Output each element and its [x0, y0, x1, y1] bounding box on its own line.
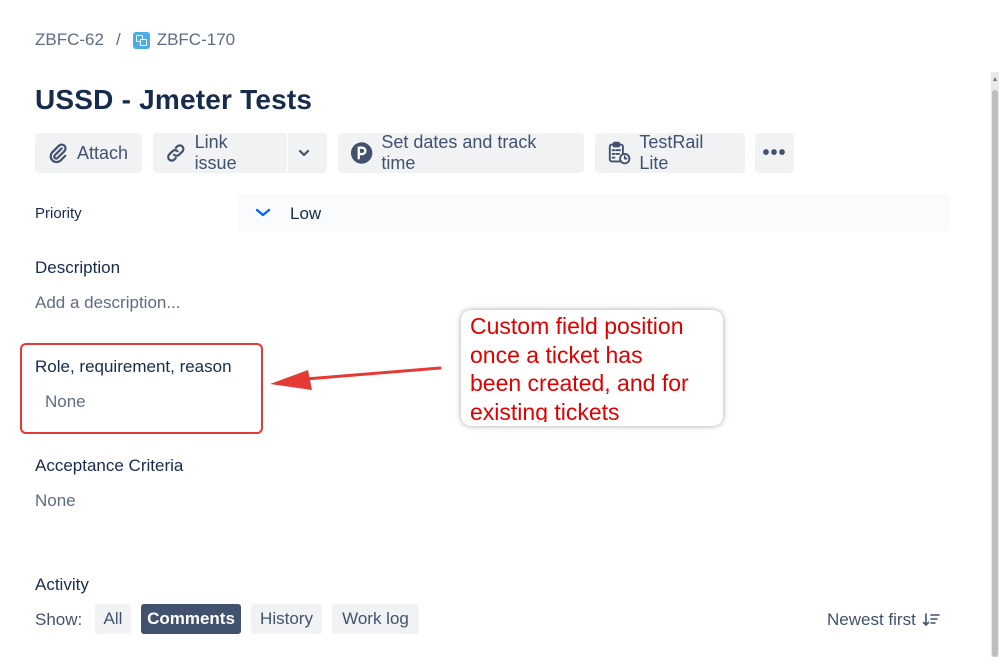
- role-requirement-reason-field[interactable]: None: [45, 392, 86, 412]
- testrail-label: TestRail Lite: [639, 132, 704, 173]
- priority-low-icon: [255, 208, 271, 217]
- chevron-down-icon: [298, 149, 309, 157]
- acceptance-criteria-label: Acceptance Criteria: [35, 456, 184, 475]
- filter-worklog-button[interactable]: Work log: [332, 604, 419, 634]
- role-requirement-reason-label: Role, requirement, reason: [35, 357, 232, 376]
- link-issue-dropdown-button[interactable]: [288, 133, 327, 173]
- more-actions-button[interactable]: •••: [755, 133, 794, 173]
- activity-heading: Activity: [35, 575, 89, 594]
- acceptance-criteria-field[interactable]: None: [35, 491, 76, 511]
- more-icon: •••: [762, 141, 787, 164]
- link-issue-button[interactable]: Link issue: [153, 132, 287, 173]
- breadcrumb-parent-link[interactable]: ZBFC-62: [35, 30, 104, 50]
- set-dates-button[interactable]: Set dates and track time: [338, 132, 584, 173]
- link-icon: [167, 144, 185, 162]
- priority-value: Low: [290, 204, 322, 223]
- description-field[interactable]: Add a description...: [35, 293, 181, 313]
- attach-button[interactable]: Attach: [35, 133, 142, 173]
- sort-order-button[interactable]: Newest first: [827, 610, 940, 630]
- annotation-text: Custom field position once a ticket has …: [470, 313, 689, 422]
- breadcrumb: ZBFC-62 / ZBFC-170: [35, 29, 235, 51]
- filter-comments-button[interactable]: Comments: [141, 604, 241, 634]
- timer-app-icon: [350, 142, 373, 164]
- description-label: Description: [35, 258, 121, 277]
- sort-order-label: Newest first: [827, 610, 916, 629]
- scroll-up-icon[interactable]: ▲: [991, 72, 999, 86]
- paperclip-icon: [49, 143, 67, 164]
- filter-all-button[interactable]: All: [95, 604, 131, 634]
- clipboard-clock-icon: [608, 141, 631, 165]
- page-title[interactable]: USSD - Jmeter Tests: [35, 84, 312, 116]
- breadcrumb-separator: /: [115, 30, 121, 49]
- scrollbar-thumb[interactable]: [992, 90, 998, 657]
- subtask-icon: [132, 31, 150, 49]
- link-issue-label: Link issue: [194, 132, 237, 173]
- set-dates-label: Set dates and track time: [381, 132, 537, 173]
- priority-field[interactable]: [238, 194, 950, 232]
- show-label: Show:: [35, 610, 83, 629]
- sort-descending-icon: [922, 613, 940, 627]
- annotation-arrow: [270, 366, 442, 390]
- priority-label: Priority: [35, 205, 82, 222]
- breadcrumb-current-link[interactable]: ZBFC-170: [157, 30, 235, 50]
- filter-history-button[interactable]: History: [251, 604, 322, 634]
- testrail-button[interactable]: TestRail Lite: [595, 132, 745, 173]
- attach-label: Attach: [76, 142, 128, 163]
